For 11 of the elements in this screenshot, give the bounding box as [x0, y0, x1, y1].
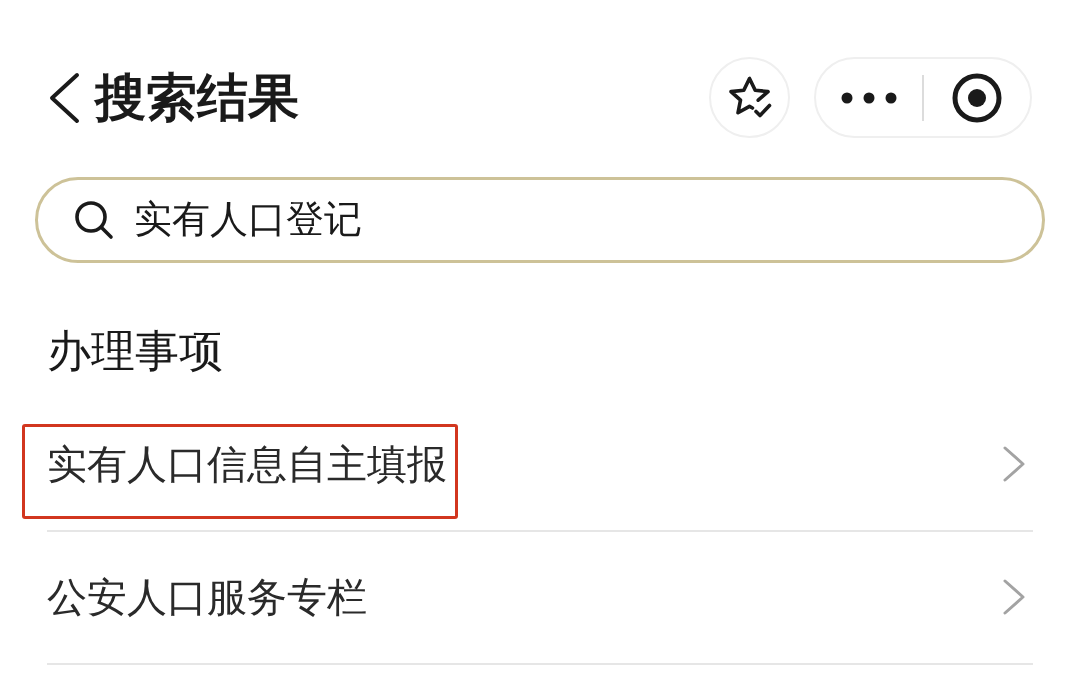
more-icon [841, 91, 897, 104]
list-item[interactable]: 公安人口服务专栏 [47, 531, 1033, 665]
page-title: 搜索结果 [95, 72, 299, 123]
section-heading: 办理事项 [47, 325, 223, 377]
search-field[interactable]: 实有人口登记 [35, 177, 1045, 263]
star-check-icon [726, 75, 773, 120]
target-icon [952, 72, 1002, 123]
list-item[interactable]: 实有人口信息自主填报 [47, 398, 1033, 532]
search-icon [74, 200, 114, 240]
chevron-right-icon [1003, 579, 1025, 616]
chevron-right-icon [1003, 446, 1025, 483]
